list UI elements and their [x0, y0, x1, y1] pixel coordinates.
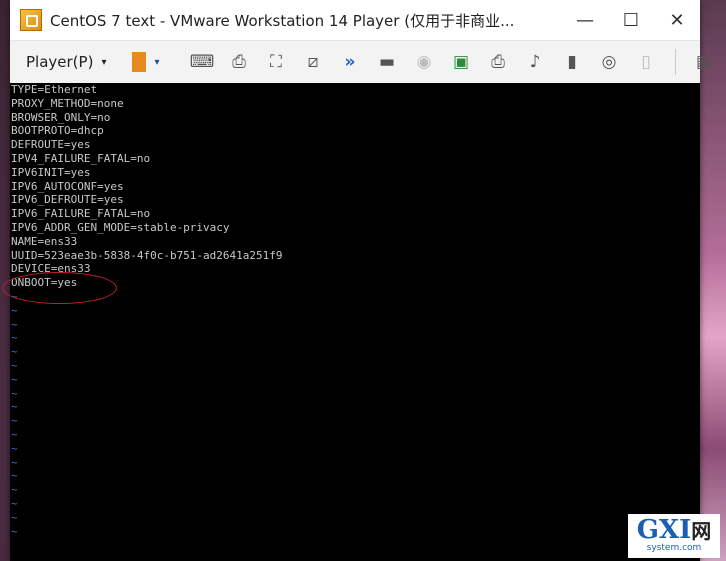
vmware-player-window: CentOS 7 text - VMware Workstation 14 Pl…	[2, 0, 712, 561]
maximize-button[interactable]: ☐	[608, 0, 654, 40]
device-icons-group: ⌨ ⎙ ⛶ ⧄» ▬ ◉ ▣ ⎙ ♪ ▮ ◎ ▯ ▤	[184, 47, 723, 77]
player-menu-label: Player(P)	[26, 53, 94, 71]
vi-tilde-marker: ~	[11, 358, 18, 372]
vi-tilde-marker: ~	[11, 469, 18, 483]
pause-icon[interactable]	[132, 52, 147, 72]
usb-device-icon[interactable]: ▮	[554, 47, 591, 77]
vi-empty-lines: ~ ~ ~ ~ ~ ~ ~ ~ ~ ~ ~ ~ ~ ~ ~ ~ ~ ~	[10, 290, 700, 538]
player-menu-button[interactable]: Player(P) ▾	[22, 47, 110, 77]
chevron-down-icon: ▾	[101, 56, 107, 68]
vi-tilde-marker: ~	[11, 303, 18, 317]
more-devices-icon[interactable]: »	[332, 47, 369, 77]
printer-icon[interactable]: ⎙	[480, 47, 517, 77]
vi-tilde-marker: ~	[11, 455, 18, 469]
terminal-line: BROWSER_ONLY=no	[11, 110, 111, 124]
desktop-background	[700, 0, 726, 561]
vi-tilde-marker: ~	[11, 345, 18, 359]
terminal-line: BOOTPROTO=dhcp	[11, 124, 104, 138]
network-adapter-icon[interactable]: ▣	[443, 47, 480, 77]
send-ctrl-alt-del-icon[interactable]: ⌨	[184, 47, 221, 77]
vi-tilde-marker: ~	[11, 317, 18, 331]
terminal-line: TYPE=Ethernet	[11, 83, 98, 96]
watermark-sub: system.com	[646, 543, 702, 553]
vi-tilde-marker: ~	[11, 372, 18, 386]
vi-tilde-marker: ~	[11, 441, 18, 455]
terminal-line: UUID=523eae3b-5838-4f0c-b751-ad2641a251f…	[11, 248, 283, 262]
message-log-icon[interactable]: ▤	[686, 47, 723, 77]
vi-tilde-marker: ~	[11, 331, 18, 345]
terminal-line: DEVICE=ens33	[11, 262, 91, 276]
terminal-line: IPV4_FAILURE_FATAL=no	[11, 151, 151, 165]
full-screen-icon[interactable]: ⛶	[258, 47, 295, 77]
site-watermark-logo: GXI网 system.com	[628, 514, 720, 558]
toolbar-divider	[674, 49, 676, 75]
vi-tilde-marker: ~	[11, 414, 18, 428]
removable-devices-icon[interactable]: ⎙	[221, 47, 258, 77]
sound-card-icon[interactable]: ♪	[517, 47, 554, 77]
terminal-line: IPV6INIT=yes	[11, 165, 91, 179]
vi-tilde-marker: ~	[11, 427, 18, 441]
vi-tilde-marker: ~	[11, 483, 18, 497]
unity-icon[interactable]: ⧄	[295, 47, 332, 77]
cd-dvd-icon[interactable]: ◉	[406, 47, 443, 77]
onboot-highlight-circle	[2, 272, 117, 304]
terminal-line: IPV6_FAILURE_FATAL=no	[11, 207, 151, 221]
webcam-icon[interactable]: ◎	[591, 47, 628, 77]
terminal-line: IPV6_ADDR_GEN_MODE=stable-privacy	[11, 220, 230, 234]
window-title: CentOS 7 text - VMware Workstation 14 Pl…	[50, 11, 515, 30]
vmware-app-icon	[20, 9, 42, 31]
title-bar: CentOS 7 text - VMware Workstation 14 Pl…	[10, 0, 700, 41]
vi-tilde-marker: ~	[11, 496, 18, 510]
watermark-main: GXI	[636, 515, 692, 545]
vi-tilde-marker: ~	[11, 524, 18, 538]
player-toolbar: Player(P) ▾ ▾ ⌨ ⎙ ⛶ ⧄» ▬ ◉ ▣ ⎙ ♪ ▮ ◎ ▯ ▤	[10, 41, 712, 84]
terminal-line: IPV6_AUTOCONF=yes	[11, 179, 124, 193]
watermark-cn: 网	[691, 519, 712, 543]
terminal-line: PROXY_METHOD=none	[11, 96, 124, 110]
vi-tilde-marker: ~	[11, 400, 18, 414]
vm-console-screen[interactable]: TYPE=Ethernet PROXY_METHOD=none BROWSER_ON…	[2, 83, 700, 561]
terminal-line: DEFROUTE=yes	[11, 138, 91, 152]
config-file-lines: TYPE=Ethernet PROXY_METHOD=none BROWSER_ON…	[10, 83, 700, 290]
terminal-line: NAME=ens33	[11, 234, 78, 248]
vi-tilde-marker: ~	[11, 510, 18, 524]
terminal-line: IPV6_DEFROUTE=yes	[11, 193, 124, 207]
display-icon[interactable]: ▯	[628, 47, 665, 77]
close-button[interactable]: ✕	[654, 0, 700, 40]
power-options-dropdown-icon[interactable]: ▾	[154, 57, 159, 68]
vi-tilde-marker: ~	[11, 386, 18, 400]
minimize-button[interactable]: —	[562, 0, 608, 40]
hard-disk-icon[interactable]: ▬	[369, 47, 406, 77]
